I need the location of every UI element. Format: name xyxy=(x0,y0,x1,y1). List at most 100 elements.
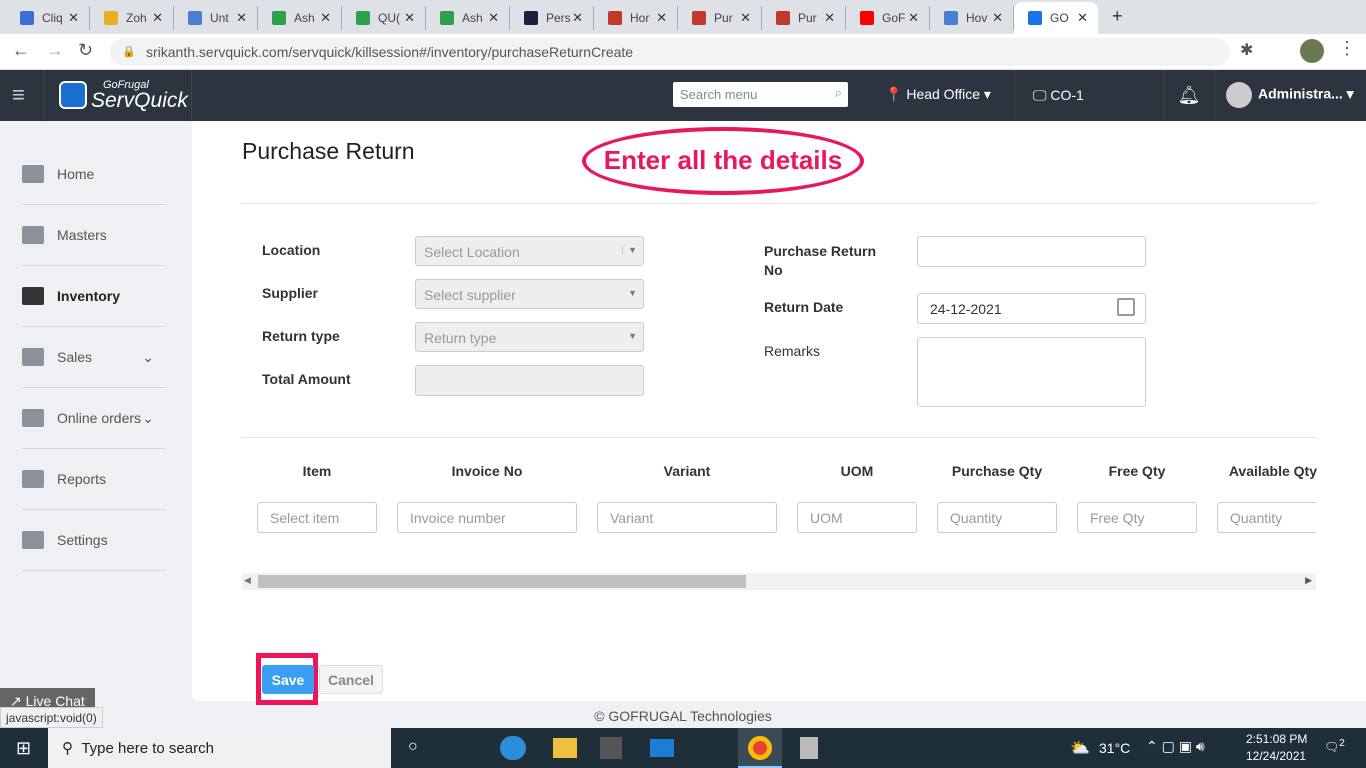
remarks-textarea[interactable] xyxy=(917,337,1146,407)
clock-date: 12/24/2021 xyxy=(1246,749,1307,763)
browser-tab[interactable]: Cliq ✕ xyxy=(6,6,90,30)
divider xyxy=(242,437,1316,438)
label: Masters xyxy=(57,227,107,243)
browser-tab[interactable]: QU(✕ xyxy=(342,6,426,30)
online-orders-icon xyxy=(22,409,44,427)
hamburger-menu-icon[interactable]: ≡ xyxy=(12,82,25,108)
close-tab-icon[interactable]: ✕ xyxy=(572,10,583,26)
masters-icon xyxy=(22,226,44,244)
windows-start-icon[interactable]: ⊞ xyxy=(16,738,31,759)
browser-tab[interactable]: GoF ✕ xyxy=(846,6,930,30)
url-text: srikanth.servquick.com/servquick/killses… xyxy=(146,44,634,60)
purchase-return-no-input[interactable] xyxy=(917,236,1146,267)
search-menu-input[interactable]: Search menu ⌕ xyxy=(673,82,848,107)
close-tab-icon[interactable]: ✕ xyxy=(488,10,499,26)
close-tab-icon[interactable]: ✕ xyxy=(236,10,247,26)
tab-title: Ash xyxy=(462,11,483,25)
sidebar-item-reports[interactable]: Reports xyxy=(22,449,166,510)
sidebar-item-home[interactable]: Home xyxy=(22,144,166,205)
browser-tab[interactable]: Hor ✕ xyxy=(594,6,678,30)
cancel-button[interactable]: Cancel xyxy=(319,665,383,694)
variant-input[interactable]: Variant xyxy=(597,502,777,533)
extensions-icon[interactable]: ✱ xyxy=(1240,40,1253,60)
browser-tab[interactable]: GO ✕ xyxy=(1014,2,1098,34)
mail-icon[interactable] xyxy=(650,739,674,757)
cortana-icon[interactable]: ○ xyxy=(408,738,418,756)
edge-icon[interactable] xyxy=(500,736,526,760)
sidebar-item-settings[interactable]: Settings xyxy=(22,510,166,571)
browser-tab[interactable]: Unt ✕ xyxy=(174,6,258,30)
column-header-invoice-no: Invoice No xyxy=(451,463,523,479)
return-date-input[interactable]: 24-12-2021 xyxy=(917,293,1146,324)
bell-icon[interactable]: 🔔︎ xyxy=(1163,70,1215,121)
calculator-icon[interactable] xyxy=(800,737,818,759)
sidebar-item-sales[interactable]: Sales ⌄ xyxy=(22,327,166,388)
horizontal-scrollbar[interactable]: ◀ ▶ xyxy=(242,573,1316,590)
close-tab-icon[interactable]: ✕ xyxy=(656,10,667,26)
browser-tab[interactable]: Pur ✕ xyxy=(762,6,846,30)
supplier-select[interactable]: Select supplier ▼ xyxy=(415,279,644,309)
tab-favicon-icon xyxy=(692,11,706,25)
purchase-qty-input[interactable]: Quantity xyxy=(937,502,1057,533)
column-header-free-qty: Free Qty xyxy=(1108,463,1166,479)
browser-tab[interactable]: Ash ✕ xyxy=(426,6,510,30)
save-button[interactable]: Save xyxy=(262,665,314,694)
new-tab-icon[interactable]: + xyxy=(1112,6,1123,27)
forward-icon[interactable]: → xyxy=(46,40,64,61)
placeholder: Select item xyxy=(270,510,340,526)
close-tab-icon[interactable]: ✕ xyxy=(1077,10,1088,26)
calendar-icon[interactable] xyxy=(1117,298,1135,316)
uom-input[interactable]: UOM xyxy=(797,502,917,533)
available-qty-input[interactable]: Quantity xyxy=(1217,502,1316,533)
notification-count: 2 xyxy=(1339,738,1345,749)
back-icon[interactable]: ← xyxy=(12,40,30,61)
browser-tab[interactable]: Pers ✕ xyxy=(510,6,594,30)
scroll-right-icon[interactable]: ▶ xyxy=(1305,575,1312,586)
sidebar-item-online-orders[interactable]: Online orders ⌄ xyxy=(22,388,166,449)
close-tab-icon[interactable]: ✕ xyxy=(320,10,331,26)
tab-favicon-icon xyxy=(524,11,538,25)
return-type-select[interactable]: Return type ▼ xyxy=(415,322,644,352)
browser-tab[interactable]: Ash ✕ xyxy=(258,6,342,30)
browser-tab[interactable]: Zoh ✕ xyxy=(90,6,174,30)
free-qty-input[interactable]: Free Qty xyxy=(1077,502,1197,533)
close-tab-icon[interactable]: ✕ xyxy=(152,10,163,26)
tab-favicon-icon xyxy=(944,11,958,25)
reload-icon[interactable]: ↻ xyxy=(78,40,93,61)
notifications-button[interactable]: 🗨2 xyxy=(1324,738,1345,754)
column-header-variant: Variant xyxy=(663,463,711,479)
chrome-taskbar-button[interactable] xyxy=(738,728,782,768)
sidebar-item-masters[interactable]: Masters xyxy=(22,205,166,266)
counter-selector[interactable]: 🖵 CO-1 xyxy=(1014,70,1102,121)
url-bar[interactable]: 🔒 srikanth.servquick.com/servquick/killse… xyxy=(110,38,1230,66)
browser-tab[interactable]: Hov ✕ xyxy=(930,6,1014,30)
remarks-label: Remarks xyxy=(764,343,821,359)
close-tab-icon[interactable]: ✕ xyxy=(824,10,835,26)
placeholder: Quantity xyxy=(950,510,1003,526)
browser-tab[interactable]: Pur ✕ xyxy=(678,6,762,30)
browser-menu-icon[interactable]: ⋮ xyxy=(1338,38,1356,59)
taskbar-search[interactable]: ⚲ Type here to search xyxy=(48,728,391,768)
location-select[interactable]: Select Location ▼ xyxy=(415,236,644,266)
temperature: 31°C xyxy=(1099,740,1131,756)
close-tab-icon[interactable]: ✕ xyxy=(992,10,1003,26)
brand-logo[interactable]: GoFrugal ServQuick xyxy=(44,70,192,121)
close-tab-icon[interactable]: ✕ xyxy=(404,10,415,26)
user-menu[interactable]: Administra... ▾ xyxy=(1226,82,1354,108)
close-tab-icon[interactable]: ✕ xyxy=(740,10,751,26)
clock-logo-icon xyxy=(59,81,87,109)
file-explorer-icon[interactable] xyxy=(553,738,577,758)
location-dropdown[interactable]: 📍 Head Office ▾ xyxy=(885,86,991,103)
invoice-number-input[interactable]: Invoice number xyxy=(397,502,577,533)
profile-avatar[interactable] xyxy=(1300,39,1324,63)
scroll-left-icon[interactable]: ◀ xyxy=(244,575,251,586)
close-tab-icon[interactable]: ✕ xyxy=(908,10,919,26)
store-icon[interactable] xyxy=(600,737,622,759)
status-bar-url: javascript:void(0) xyxy=(0,707,103,728)
close-tab-icon[interactable]: ✕ xyxy=(68,10,79,26)
sidebar-item-inventory[interactable]: Inventory xyxy=(22,266,166,327)
item-input[interactable]: Select item xyxy=(257,502,377,533)
tray-icons[interactable]: ⌃ ▢ ▣ 🔊︎ xyxy=(1146,738,1205,755)
value: 24-12-2021 xyxy=(930,301,1002,317)
scrollbar-thumb[interactable] xyxy=(258,575,746,588)
